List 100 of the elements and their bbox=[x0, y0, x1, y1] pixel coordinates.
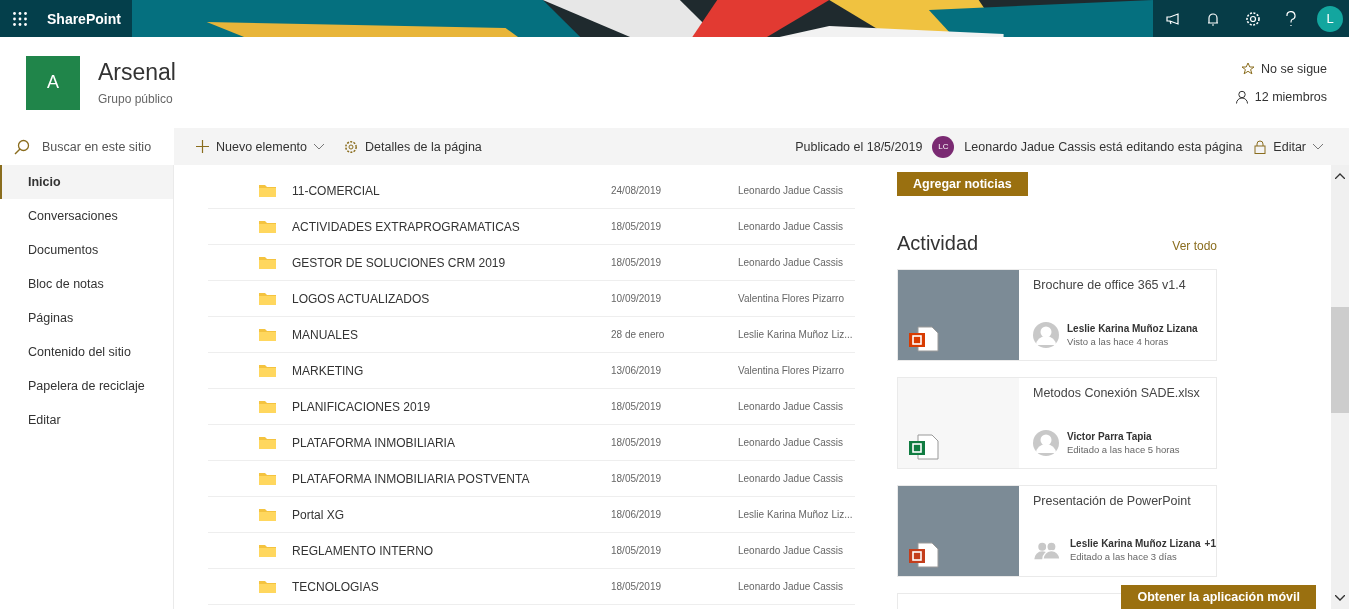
document-title[interactable]: Metodos Conexión SADE.xlsx bbox=[1033, 386, 1216, 400]
search-icon bbox=[14, 138, 30, 155]
folder-icon bbox=[259, 184, 276, 197]
editor-avatar: LC bbox=[932, 135, 955, 158]
file-type-icon bbox=[908, 542, 942, 568]
section-title: Actividad bbox=[897, 232, 979, 255]
plus-icon bbox=[196, 140, 209, 153]
activity-card[interactable]: Presentación de PowerPoint Leslie Karina Muñoz Lizana +1 Editado a las hace 3 días bbox=[897, 485, 1217, 577]
document-title[interactable]: Presentación de PowerPoint bbox=[1033, 494, 1216, 508]
modified-date: 18/05/2019 bbox=[611, 221, 663, 232]
folder-name[interactable]: TECNOLOGIAS bbox=[292, 579, 611, 594]
site-logo: A bbox=[26, 55, 80, 110]
modified-date: 18/05/2019 bbox=[611, 257, 663, 268]
folder-icon bbox=[259, 472, 276, 485]
chevron-down-icon bbox=[1313, 143, 1323, 150]
modified-by: Leonardo Jadue Cassis bbox=[738, 221, 844, 232]
new-item-button[interactable]: Nuevo elemento bbox=[194, 135, 327, 158]
modified-by: Leonardo Jadue Cassis bbox=[738, 401, 844, 412]
activity-card[interactable]: Metodos Conexión SADE.xlsx Victor Parra Tapia Editado a las hace 5 horas bbox=[897, 377, 1217, 469]
modified-date: 18/05/2019 bbox=[611, 581, 663, 592]
file-type-icon bbox=[908, 326, 942, 352]
search-field[interactable]: Buscar en este sitio bbox=[40, 138, 174, 155]
add-news-button[interactable]: Agregar noticias bbox=[897, 172, 1028, 196]
editing-status: Leonardo Jadue Cassis está editando esta página bbox=[964, 139, 1243, 154]
folder-name[interactable]: PLATAFORMA INMOBILIARIA bbox=[292, 435, 611, 450]
folder-name[interactable]: 11-COMERCIAL bbox=[292, 183, 611, 198]
modified-date: 18/05/2019 bbox=[611, 545, 663, 556]
gear-icon bbox=[344, 139, 359, 154]
settings-icon[interactable] bbox=[1245, 10, 1261, 27]
folder-icon bbox=[259, 544, 276, 557]
folder-icon bbox=[259, 580, 276, 593]
scroll-up-icon[interactable] bbox=[1335, 173, 1345, 179]
chevron-down-icon bbox=[314, 143, 325, 150]
modified-by: Valentina Flores Pizarro bbox=[738, 365, 844, 376]
nav-link[interactable]: Contenido del sitio bbox=[0, 335, 173, 369]
activity-card[interactable]: Brochure de office 365 v1.4 Leslie Karina Muñoz Lizana Visto a las hace 4 horas bbox=[897, 269, 1217, 361]
modified-by: Leonardo Jadue Cassis bbox=[738, 437, 844, 448]
folder-name[interactable]: PLANIFICACIONES 2019 bbox=[292, 399, 611, 414]
folder-name[interactable]: GESTOR DE SOLUCIONES CRM 2019 bbox=[292, 255, 611, 270]
file-type-icon bbox=[908, 434, 942, 460]
folder-name[interactable]: MARKETING bbox=[292, 363, 611, 378]
modified-by: Leonardo Jadue Cassis bbox=[738, 545, 844, 556]
folder-name[interactable]: ACTIVIDADES EXTRAPROGRAMATICAS bbox=[292, 219, 611, 234]
modified-by: Leonardo Jadue Cassis bbox=[738, 473, 844, 484]
help-icon[interactable] bbox=[1285, 10, 1297, 27]
modified-by: Leslie Karina Muñoz Liz... bbox=[738, 329, 853, 340]
page-details-button[interactable]: Detalles de la página bbox=[342, 135, 484, 158]
folder-icon bbox=[259, 256, 276, 269]
modified-by: Valentina Flores Pizarro bbox=[738, 293, 844, 304]
folder-name[interactable]: Portal XG bbox=[292, 507, 611, 522]
star-icon[interactable] bbox=[1241, 61, 1255, 76]
modified-date: 18/06/2019 bbox=[611, 509, 663, 520]
members-link[interactable]: 12 miembros bbox=[1254, 89, 1327, 104]
author-name: Leslie Karina Muñoz Lizana bbox=[1067, 323, 1198, 334]
follow-link[interactable]: No se sigue bbox=[1261, 61, 1327, 76]
nav-link[interactable]: Editar bbox=[0, 403, 173, 437]
modified-by: Leonardo Jadue Cassis bbox=[738, 581, 844, 592]
scrollbar-thumb[interactable] bbox=[1331, 307, 1349, 413]
nav-link[interactable]: Inicio bbox=[0, 165, 173, 199]
edit-button[interactable]: Editar bbox=[1252, 135, 1325, 158]
modified-date: 13/06/2019 bbox=[611, 365, 663, 376]
activity-time: Visto a las hace 4 horas bbox=[1067, 336, 1170, 347]
modified-date: 24/08/2019 bbox=[611, 185, 663, 196]
document-title[interactable]: Brochure de office 365 v1.4 bbox=[1033, 278, 1216, 292]
person-icon[interactable] bbox=[1234, 89, 1249, 104]
author-name: Victor Parra Tapia bbox=[1067, 431, 1152, 442]
folder-icon bbox=[259, 400, 276, 413]
modified-by: Leonardo Jadue Cassis bbox=[738, 185, 844, 196]
lock-icon bbox=[1254, 139, 1267, 154]
site-title[interactable]: Arsenal bbox=[98, 59, 176, 86]
modified-date: 18/05/2019 bbox=[611, 473, 663, 484]
folder-name[interactable]: PLATAFORMA INMOBILIARIA POSTVENTA bbox=[292, 471, 611, 486]
nav-link[interactable]: Papelera de reciclaje bbox=[0, 369, 173, 403]
see-all-link[interactable]: Ver todo bbox=[1172, 239, 1217, 253]
folder-icon bbox=[259, 292, 276, 305]
folder-name[interactable]: MANUALES bbox=[292, 327, 611, 342]
folder-name[interactable]: REGLAMENTO INTERNO bbox=[292, 543, 611, 558]
nav-link[interactable]: Documentos bbox=[0, 233, 173, 267]
bell-icon[interactable] bbox=[1205, 10, 1221, 27]
author-name: Leslie Karina Muñoz Lizana bbox=[1070, 538, 1201, 549]
nav-link[interactable]: Bloc de notas bbox=[0, 267, 173, 301]
modified-date: 10/09/2019 bbox=[611, 293, 663, 304]
folder-icon bbox=[259, 328, 276, 341]
modified-by: Leslie Karina Muñoz Liz... bbox=[738, 509, 853, 520]
app-name[interactable]: SharePoint bbox=[40, 10, 132, 27]
folder-name[interactable]: LOGOS ACTUALIZADOS bbox=[292, 291, 611, 306]
folder-icon bbox=[259, 220, 276, 233]
published-date: Publicado el 18/5/2019 bbox=[795, 139, 923, 154]
more-people-count: +1 bbox=[1204, 538, 1216, 549]
activity-time: Editado a las hace 3 días bbox=[1070, 551, 1178, 562]
activity-time: Editado a las hace 5 horas bbox=[1067, 444, 1180, 455]
get-mobile-app-button[interactable]: Obtener la aplicación móvil bbox=[1121, 585, 1316, 609]
modified-date: 18/05/2019 bbox=[611, 401, 663, 412]
scroll-down-icon[interactable] bbox=[1335, 595, 1345, 601]
nav-link[interactable]: Páginas bbox=[0, 301, 173, 335]
nav-link[interactable]: Conversaciones bbox=[0, 199, 173, 233]
modified-date: 28 de enero bbox=[611, 329, 666, 340]
megaphone-icon[interactable] bbox=[1165, 10, 1181, 27]
site-type: Grupo público bbox=[98, 92, 174, 106]
modified-by: Leonardo Jadue Cassis bbox=[738, 257, 844, 268]
